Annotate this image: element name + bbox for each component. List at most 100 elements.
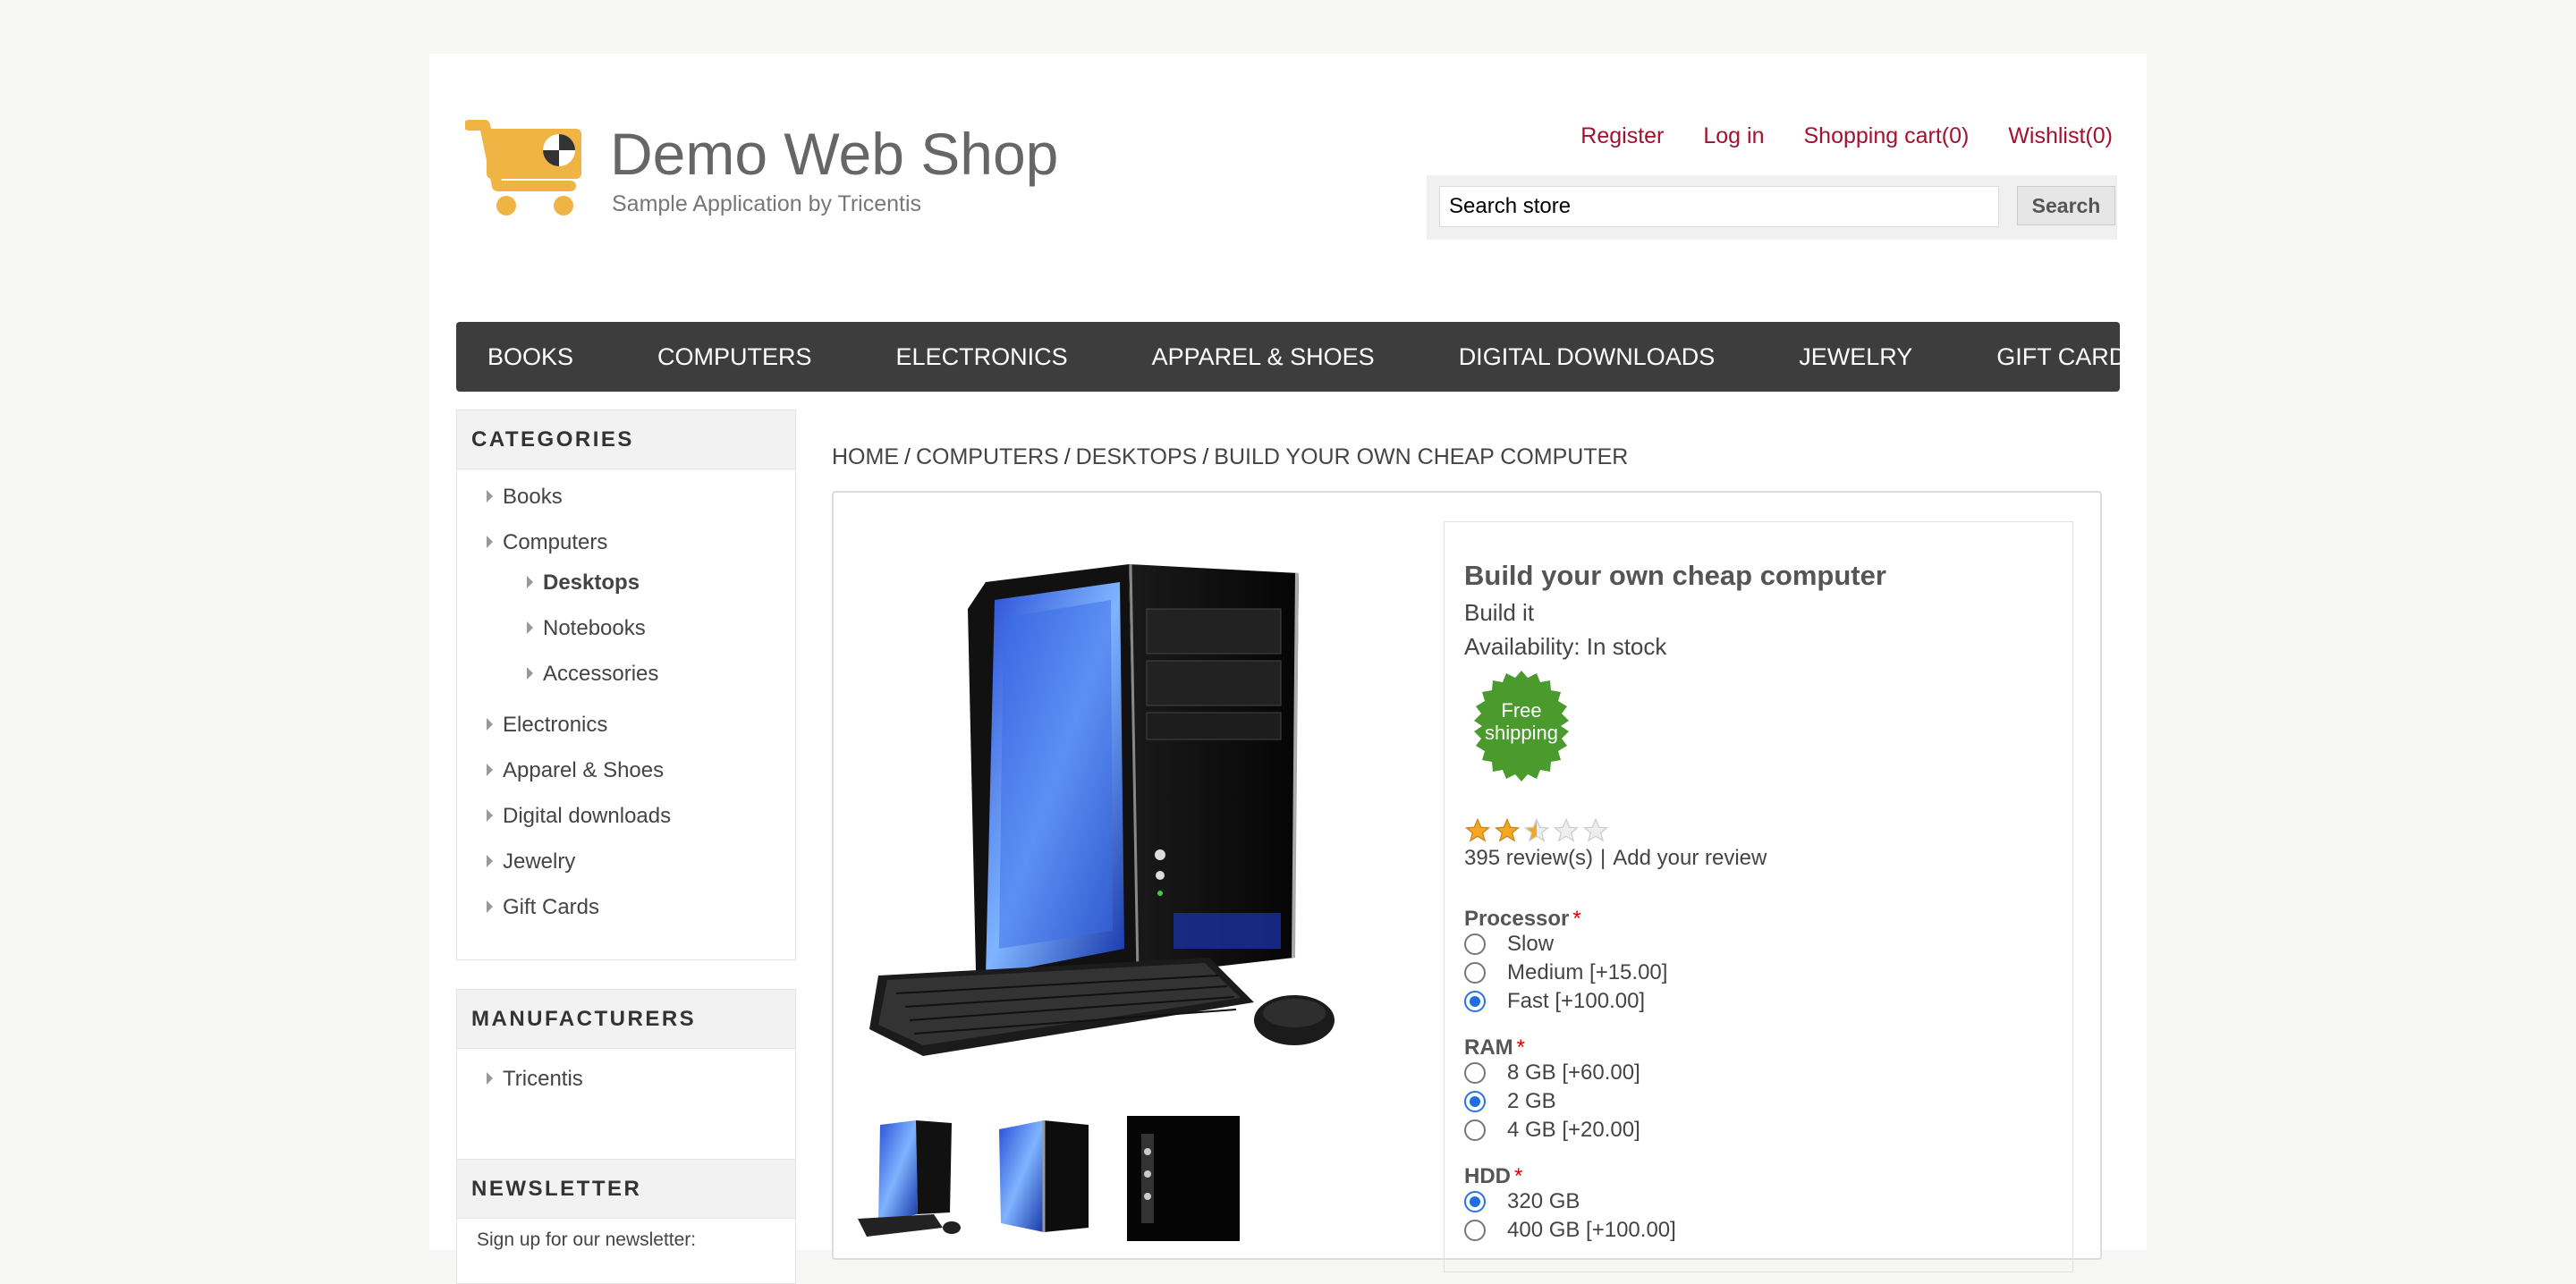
ram-label: RAM * — [1464, 1035, 1525, 1060]
breadcrumb-desktops[interactable]: DESKTOPS — [1076, 444, 1198, 469]
brand-tagline: Sample Application by Tricentis — [612, 191, 922, 216]
reviews-count-link[interactable]: 395 review(s) — [1464, 846, 1593, 870]
manufacturers-title: MANUFACTURERS — [457, 990, 795, 1049]
category-item-computers[interactable]: Computers — [487, 530, 607, 555]
login-link[interactable]: Log in — [1703, 123, 1764, 149]
arrow-right-icon — [487, 855, 493, 867]
ram-option-2gb[interactable]: 2 GB — [1464, 1089, 1556, 1114]
star-empty-icon — [1582, 817, 1609, 842]
brand-name: Demo Web Shop — [610, 121, 1059, 187]
product-thumbnail-3[interactable] — [1127, 1116, 1240, 1241]
arrow-right-icon — [487, 1072, 493, 1085]
ram-option-4gb[interactable]: 4 GB [+20.00] — [1464, 1118, 1640, 1143]
product-title: Build your own cheap computer — [1464, 560, 1886, 591]
search-input[interactable] — [1439, 186, 1999, 227]
breadcrumb-separator: / — [1063, 444, 1071, 469]
required-mark: * — [1514, 1164, 1523, 1188]
categories-title: CATEGORIES — [457, 410, 795, 469]
radio-button-selected[interactable] — [1464, 1191, 1486, 1212]
newsletter-block: NEWSLETTER Sign up for our newsletter: — [456, 1159, 796, 1284]
newsletter-text: Sign up for our newsletter: — [477, 1229, 697, 1250]
manufacturer-item-tricentis[interactable]: Tricentis — [487, 1067, 583, 1092]
menu-item-computers[interactable]: COMPUTERS — [657, 343, 812, 371]
radio-button-selected[interactable] — [1464, 1091, 1486, 1112]
product-main-image[interactable] — [869, 555, 1352, 1056]
category-item-jewelry[interactable]: Jewelry — [487, 849, 575, 874]
category-item-digital-downloads[interactable]: Digital downloads — [487, 804, 671, 829]
processor-option-slow[interactable]: Slow — [1464, 932, 1554, 957]
hdd-option-320gb[interactable]: 320 GB — [1464, 1189, 1580, 1214]
product-rating — [1464, 817, 1609, 844]
newsletter-title: NEWSLETTER — [457, 1160, 795, 1219]
required-mark: * — [1572, 907, 1581, 931]
page: Demo Web Shop Sample Application by Tric… — [429, 54, 2147, 1284]
breadcrumb-separator: / — [1202, 444, 1209, 469]
star-empty-icon — [1553, 817, 1580, 842]
product-thumbnail-2[interactable] — [990, 1116, 1103, 1241]
category-item-books[interactable]: Books — [487, 485, 563, 510]
breadcrumb-separator: / — [904, 444, 911, 469]
header-links: Register Log in Shopping cart(0) Wishlis… — [1580, 123, 2113, 149]
arrow-right-icon — [487, 809, 493, 822]
arrow-right-icon — [487, 764, 493, 776]
processor-option-medium[interactable]: Medium [+15.00] — [1464, 960, 1667, 985]
arrow-right-icon — [527, 576, 533, 588]
site-logo[interactable]: Demo Web Shop Sample Application by Tric… — [465, 116, 1058, 224]
reviews-separator: | — [1600, 846, 1606, 870]
breadcrumb: HOME / COMPUTERS / DESKTOPS / BUILD YOUR OWN C… — [832, 444, 1628, 470]
required-mark: * — [1516, 1035, 1525, 1060]
product-overview: Build your own cheap computer Build it A… — [1444, 521, 2073, 1272]
categories-block: CATEGORIES Books Computers Desktops Note… — [456, 410, 796, 960]
category-item-notebooks[interactable]: Notebooks — [527, 616, 646, 641]
breadcrumb-home[interactable]: HOME — [832, 444, 899, 469]
processor-option-fast[interactable]: Fast [+100.00] — [1464, 989, 1645, 1014]
hdd-label: HDD * — [1464, 1164, 1523, 1188]
top-menu: BOOKS COMPUTERS ELECTRONICS APPAREL & SH… — [456, 322, 2142, 392]
register-link[interactable]: Register — [1580, 123, 1664, 149]
processor-label: Processor * — [1464, 907, 1581, 931]
star-full-icon — [1464, 817, 1491, 842]
menu-item-gift-cards[interactable]: GIFT CARDS — [1996, 343, 2142, 371]
star-half-icon — [1523, 817, 1550, 842]
radio-button[interactable] — [1464, 962, 1486, 984]
search-box: Search — [1427, 175, 2117, 240]
menu-item-books[interactable]: BOOKS — [487, 343, 573, 371]
product-details: Build your own cheap computer Build it A… — [832, 491, 2102, 1272]
menu-item-electronics[interactable]: ELECTRONICS — [896, 343, 1068, 371]
radio-button[interactable] — [1464, 1119, 1486, 1141]
ram-option-8gb[interactable]: 8 GB [+60.00] — [1464, 1060, 1640, 1085]
add-review-link[interactable]: Add your review — [1613, 846, 1767, 870]
manufacturers-block: MANUFACTURERS Tricentis — [456, 989, 796, 1184]
category-item-apparel-shoes[interactable]: Apparel & Shoes — [487, 758, 664, 783]
category-item-desktops[interactable]: Desktops — [527, 570, 640, 596]
arrow-right-icon — [527, 621, 533, 634]
product-availability: Availability: In stock — [1464, 633, 1667, 660]
star-full-icon — [1494, 817, 1521, 842]
radio-button[interactable] — [1464, 1062, 1486, 1084]
radio-button[interactable] — [1464, 933, 1486, 955]
arrow-right-icon — [487, 490, 493, 503]
radio-button[interactable] — [1464, 1220, 1486, 1241]
menu-item-jewelry[interactable]: JEWELRY — [1799, 343, 1912, 371]
search-button[interactable]: Search — [2017, 186, 2115, 225]
wishlist-link[interactable]: Wishlist(0) — [2008, 123, 2113, 149]
menu-item-apparel-shoes[interactable]: APPAREL & SHOES — [1152, 343, 1375, 371]
category-item-electronics[interactable]: Electronics — [487, 713, 607, 738]
category-item-gift-cards[interactable]: Gift Cards — [487, 895, 599, 920]
breadcrumb-computers[interactable]: COMPUTERS — [916, 444, 1059, 469]
free-shipping-badge: Free shipping — [1485, 699, 1558, 744]
radio-button-selected[interactable] — [1464, 991, 1486, 1012]
product-thumbnail-1[interactable] — [853, 1116, 966, 1241]
arrow-right-icon — [527, 667, 533, 680]
menu-item-digital-downloads[interactable]: DIGITAL DOWNLOADS — [1459, 343, 1716, 371]
arrow-right-icon — [487, 900, 493, 913]
shopping-cart-logo-icon — [465, 120, 581, 215]
breadcrumb-current: BUILD YOUR OWN CHEAP COMPUTER — [1214, 444, 1629, 469]
hdd-option-400gb[interactable]: 400 GB [+100.00] — [1464, 1218, 1676, 1243]
shopping-cart-link[interactable]: Shopping cart(0) — [1804, 123, 1970, 149]
arrow-right-icon — [487, 718, 493, 731]
product-short-description: Build it — [1464, 599, 1535, 626]
reviews-row: 395 review(s) | Add your review — [1464, 846, 1767, 871]
arrow-right-icon — [487, 536, 493, 548]
category-item-accessories[interactable]: Accessories — [527, 662, 658, 687]
